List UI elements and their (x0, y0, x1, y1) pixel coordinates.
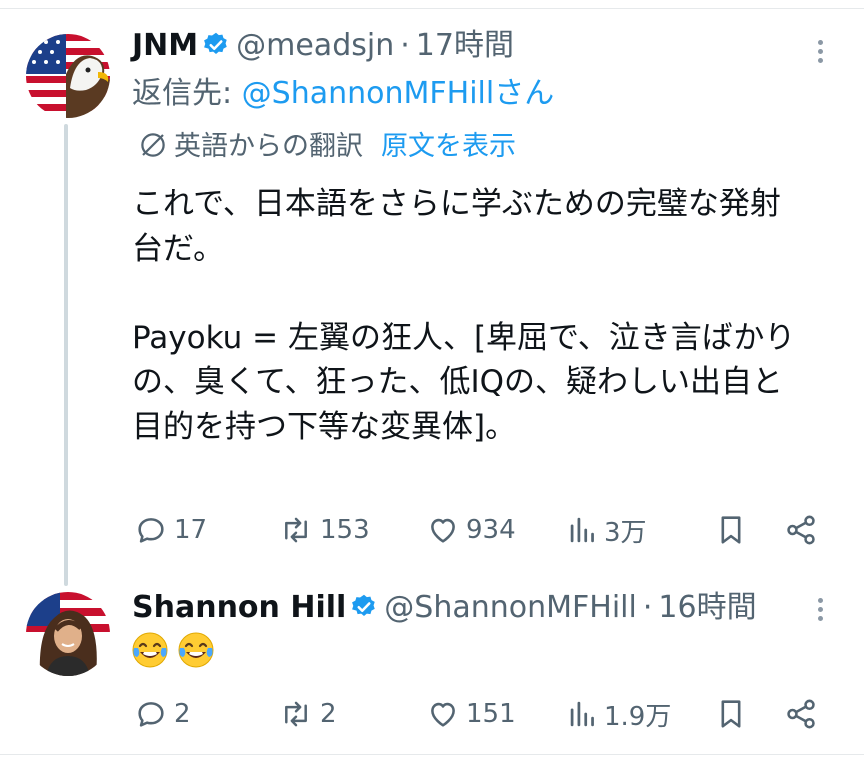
top-divider (0, 8, 864, 9)
timestamp[interactable]: 16時間 (658, 590, 756, 625)
avatar-shannon-hill[interactable] (26, 592, 110, 676)
like-count: 934 (466, 515, 516, 545)
views-button[interactable]: 3万 (568, 510, 647, 550)
tweet-text-line: Payoku = 左翼の狂人、[卑屈で、泣き言ばかり (132, 319, 796, 356)
tweet-text-line: 台だ。 (132, 230, 225, 267)
reply-to-line: 返信先: @ShannonMFHillさん (132, 76, 554, 112)
handle[interactable]: @meadsjn (236, 28, 394, 63)
translation-row: 英語からの翻訳 原文を表示 (138, 130, 516, 164)
like-button[interactable]: 151 (426, 694, 516, 734)
bookmark-icon (721, 700, 741, 728)
more-icon[interactable] (818, 598, 824, 625)
tweet-text-line: の、臭くて、狂った、低IQの、疑わしい出自と (132, 364, 784, 400)
reply-count: 2 (174, 699, 191, 729)
share-button[interactable] (784, 694, 824, 734)
reply-button[interactable]: 17 (134, 510, 207, 550)
views-icon (570, 701, 594, 727)
repost-count: 2 (320, 699, 337, 729)
bookmark-icon (721, 516, 741, 544)
separator-dot: · (642, 590, 653, 625)
display-name[interactable]: Shannon Hill (132, 590, 346, 625)
repost-button[interactable]: 153 (278, 510, 370, 550)
show-original-link[interactable]: 原文を表示 (381, 131, 516, 162)
repost-icon (285, 701, 307, 727)
reply-button[interactable]: 2 (134, 694, 191, 734)
tweet2-action-bar: 2 2 151 1.9万 (0, 694, 864, 734)
more-icon[interactable] (818, 40, 824, 67)
tweet1-header: JNM @meadsjn · 17時間 (132, 28, 514, 68)
repost-button[interactable]: 2 (278, 694, 337, 734)
tweet1-action-bar: 17 153 934 3万 (0, 510, 864, 550)
like-icon (431, 702, 455, 727)
translation-note: 英語からの翻訳 (174, 131, 363, 162)
like-icon (431, 518, 455, 543)
avatar-jnm[interactable] (26, 34, 110, 118)
reply-icon (138, 702, 164, 727)
tweet-text-line: 目的を持つ下等な変異体]。 (132, 408, 517, 445)
tears-of-joy-emoji (132, 632, 168, 668)
reply-to-handle-link[interactable]: @ShannonMFHillさん (242, 76, 555, 111)
reply-count: 17 (174, 515, 208, 545)
translate-icon (141, 133, 165, 157)
separator-dot: · (400, 28, 410, 63)
eagle-flag-avatar-image (26, 34, 110, 118)
profile-photo-image (26, 592, 110, 676)
tweet2-body (130, 630, 216, 670)
tweet-text-line: これで、日本語をさらに学ぶための完璧な発射 (132, 186, 781, 222)
share-icon (787, 515, 815, 545)
bookmark-button[interactable] (716, 510, 752, 550)
views-icon (570, 517, 594, 543)
views-button[interactable]: 1.9万 (568, 694, 671, 734)
tears-of-joy-emoji (178, 632, 214, 668)
bookmark-button[interactable] (716, 694, 752, 734)
like-button[interactable]: 934 (426, 510, 516, 550)
views-count: 1.9万 (604, 701, 672, 732)
reply-to-label: 返信先: (132, 76, 233, 111)
reply-icon (138, 518, 164, 543)
like-count: 151 (466, 699, 516, 729)
tweet1-body: これで、日本語をさらに学ぶための完璧な発射 台だ。 Payoku = 左翼の狂人… (132, 182, 848, 449)
timestamp[interactable]: 17時間 (416, 28, 514, 63)
display-name[interactable]: JNM (132, 28, 198, 63)
bottom-divider (0, 754, 864, 755)
repost-icon (285, 517, 307, 543)
handle[interactable]: @ShannonMFHill (384, 590, 637, 625)
tweet2-header: Shannon Hill @ShannonMFHill · 16時間 (132, 590, 757, 630)
share-icon (787, 699, 815, 729)
repost-count: 153 (320, 515, 370, 545)
share-button[interactable] (784, 510, 824, 550)
views-count: 3万 (604, 517, 647, 548)
verified-badge-icon (202, 31, 230, 68)
verified-badge-icon (350, 593, 378, 630)
